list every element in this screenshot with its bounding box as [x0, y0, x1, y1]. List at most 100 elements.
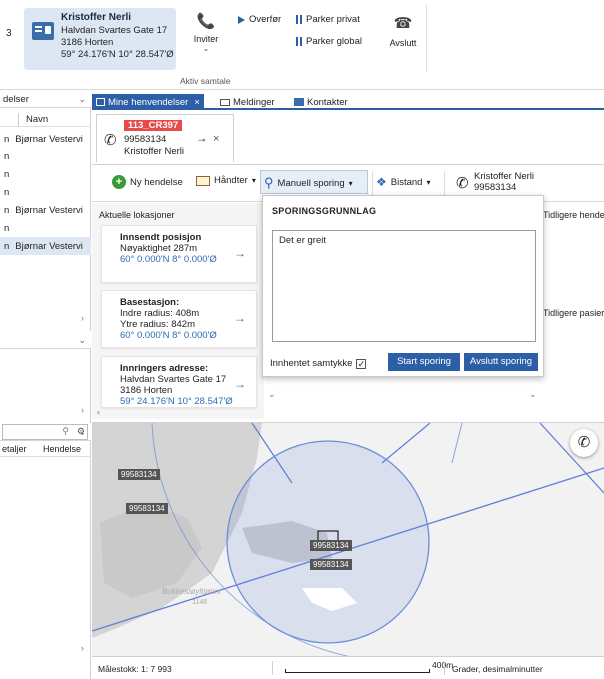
left-search-input[interactable]: ⚲ ⚙: [2, 424, 88, 440]
map-view[interactable]: 99583134 99583134 99583134 99583134 Bokk…: [92, 422, 604, 656]
scroll-right-icon[interactable]: ›: [81, 643, 84, 653]
tab-label: Mine henvendelser: [108, 96, 189, 108]
list-item[interactable]: n: [0, 183, 91, 201]
location-detail: Indre radius: 408m: [120, 308, 200, 319]
case-id-badge: 113_CR397: [124, 120, 183, 131]
chevron-down-icon[interactable]: ⌄: [268, 389, 276, 400]
consent-checkbox[interactable]: ✓: [356, 358, 367, 369]
left-section-2-header[interactable]: ⌄: [0, 331, 91, 349]
locations-header: Aktuelle lokasjoner: [99, 210, 175, 220]
toolbar-separator: [444, 171, 445, 195]
tab-meldinger[interactable]: Meldinger: [216, 94, 279, 108]
location-coords: 59° 24.176'N 10° 28.547'Ø: [120, 396, 233, 407]
location-title: Innsendt posisjon: [120, 232, 202, 243]
map-phone-label[interactable]: 99583134: [118, 469, 160, 480]
list-item[interactable]: n: [0, 219, 91, 237]
list-item[interactable]: n Bjørnar Vestervi: [0, 201, 91, 219]
location-card[interactable]: Innringers adresse: Halvdan Svartes Gate …: [101, 356, 257, 408]
invite-button[interactable]: 📞 Inviter ⌄: [190, 12, 222, 53]
filter-icon[interactable]: ⚙: [77, 426, 85, 437]
invite-label: Inviter: [193, 34, 219, 44]
park-private-label: Parker privat: [306, 14, 360, 25]
transfer-label: Overfør: [249, 14, 282, 25]
scroll-right-icon[interactable]: ›: [81, 405, 84, 415]
end-tracking-button[interactable]: Avslutt sporing: [464, 353, 538, 371]
location-card[interactable]: Innsendt posisjon Nøyaktighet 287m 60° 0.0…: [101, 225, 257, 283]
end-call-label: Avslutt: [389, 38, 417, 48]
close-icon[interactable]: ×: [194, 97, 200, 108]
end-call-button[interactable]: ☎ Avslutt: [384, 14, 422, 48]
consent-checkbox-row[interactable]: Innhentet samtykke ✓: [270, 358, 367, 369]
new-event-label: Ny hendelse: [130, 176, 183, 188]
start-tracking-button[interactable]: Start sporing: [388, 353, 460, 371]
coordinate-format[interactable]: Grader, desimalminutter: [452, 664, 543, 674]
arrow-right-icon[interactable]: →: [234, 311, 246, 325]
active-call-card[interactable]: Kristoffer Nerli Halvdan Svartes Gate 17…: [24, 8, 176, 70]
tab-mine-henvendelser[interactable]: Mine henvendelser ×: [92, 94, 204, 108]
plus-circle-icon: +: [112, 175, 126, 189]
close-icon[interactable]: ×: [213, 133, 219, 145]
chevron-down-icon: ▾: [426, 177, 431, 187]
tab-kontakter[interactable]: Kontakter: [290, 94, 352, 108]
column-name-label: Navn: [26, 114, 49, 125]
previous-events-header: Tidligere hende: [543, 210, 604, 220]
location-detail: Nøyaktighet 287m: [120, 243, 198, 254]
tab-label: Meldinger: [233, 96, 275, 108]
caller-coords: 59° 24.176'N 10° 28.547'Ø: [61, 49, 174, 60]
scale-bar: [285, 669, 430, 673]
new-event-button[interactable]: + Ny hendelse: [112, 175, 183, 189]
map-call-button[interactable]: ✆: [570, 429, 598, 457]
handle-button[interactable]: Håndter ▾: [196, 175, 256, 186]
list-item[interactable]: n: [0, 147, 91, 165]
map-phone-label[interactable]: 99583134: [126, 503, 168, 514]
pause-icon: [296, 37, 302, 46]
manual-tracking-button[interactable]: ⚲ Manuell sporing ▾: [264, 175, 353, 191]
case-name: Kristoffer Nerli: [124, 146, 185, 157]
map-place-name: Bokkestøyltjønni: [162, 587, 221, 596]
status-divider: [444, 661, 445, 675]
transfer-button[interactable]: Overfør: [238, 14, 281, 25]
pin-icon[interactable]: ⊸: [198, 135, 206, 146]
chevron-down-icon[interactable]: ⌄: [78, 335, 86, 346]
scroll-right-icon[interactable]: ›: [81, 313, 84, 323]
left-pane-title: delser: [3, 94, 29, 105]
inbox-icon: [96, 98, 105, 106]
status-divider: [272, 661, 273, 675]
park-private-button[interactable]: Parker privat: [296, 14, 360, 25]
list-item[interactable]: n Bjørnar Vestervi: [0, 130, 91, 148]
contact-card-icon: [32, 22, 54, 40]
handle-label: Håndter: [214, 175, 248, 186]
toolbar-separator: [372, 171, 373, 195]
search-icon: ⚲: [62, 426, 69, 436]
caller-address: Halvdan Svartes Gate 17: [61, 25, 168, 36]
location-detail: Ytre radius: 842m: [120, 319, 195, 330]
tracking-reason-textarea[interactable]: Det er greit: [272, 230, 536, 342]
list-item[interactable]: n: [0, 165, 91, 183]
case-tab[interactable]: ✆ 113_CR397 99583134 Kristoffer Nerli ⊸ …: [96, 114, 234, 162]
details-column: etaljer: [2, 444, 27, 454]
row-prefix: n: [4, 205, 10, 216]
assist-button[interactable]: ❖ Bistand ▾: [376, 175, 430, 189]
scroll-left-icon[interactable]: ‹: [97, 407, 100, 417]
map-status-bar: Målestokk: 1: 7 993 400m Grader, desimal…: [92, 656, 604, 679]
phone-icon: ✆: [577, 434, 591, 451]
location-card[interactable]: Basestasjon: Indre radius: 408m Ytre radiu…: [101, 290, 257, 348]
arrow-right-icon[interactable]: →: [234, 246, 246, 260]
envelope-icon: [220, 98, 230, 106]
park-global-button[interactable]: Parker global: [296, 36, 362, 47]
map-place-elevation: 1148: [192, 599, 208, 606]
left-pane-header[interactable]: delser ⌄: [0, 91, 91, 108]
chevron-down-icon[interactable]: ⌄: [78, 94, 86, 105]
row-prefix: n: [4, 169, 10, 180]
row-prefix: n: [4, 241, 10, 252]
phone-icon: ✆: [104, 132, 117, 149]
list-item[interactable]: n Bjørnar Vestervi: [0, 237, 91, 255]
map-phone-label[interactable]: 99583134: [310, 559, 352, 570]
chevron-down-icon[interactable]: ⌄: [529, 389, 537, 400]
arrow-right-icon[interactable]: →: [234, 377, 246, 391]
phone-icon: ✆: [456, 175, 469, 192]
ribbon-group-label: Aktiv samtale: [180, 76, 231, 86]
park-global-label: Parker global: [306, 36, 362, 47]
map-phone-label[interactable]: 99583134: [310, 540, 352, 551]
location-detail: 3186 Horten: [120, 385, 173, 396]
